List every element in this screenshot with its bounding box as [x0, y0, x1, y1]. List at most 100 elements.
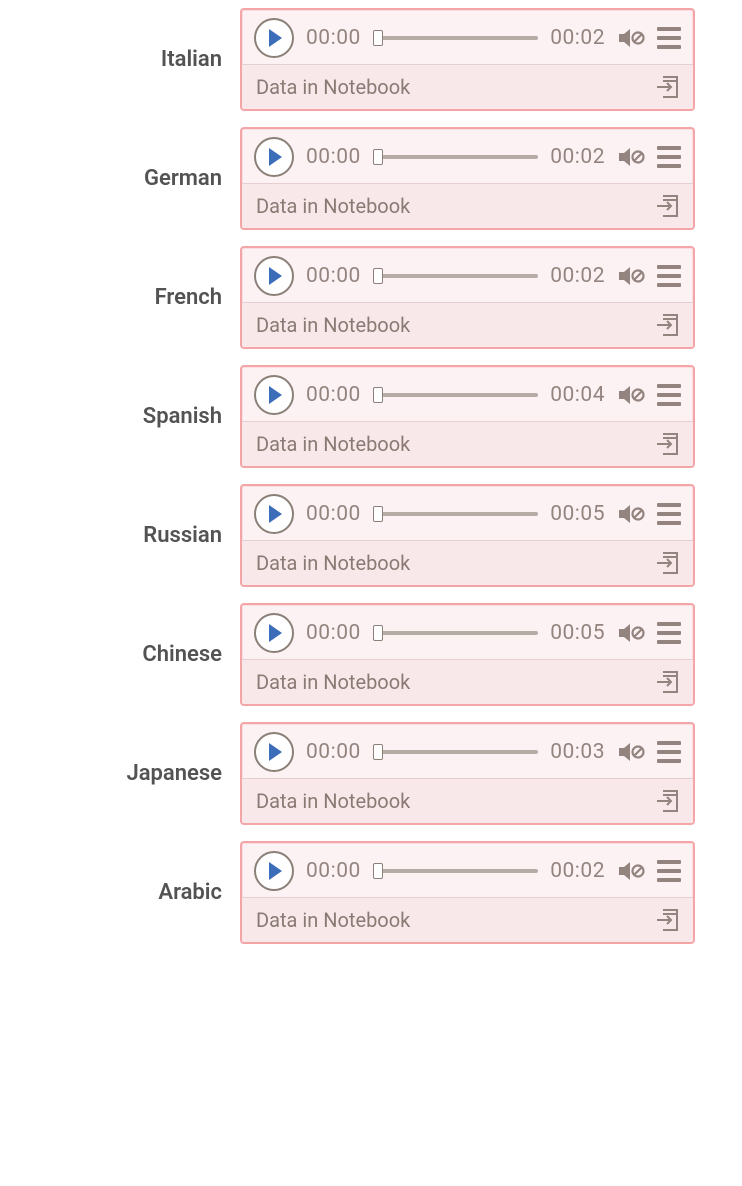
seek-slider[interactable] [373, 505, 538, 523]
mute-icon[interactable] [617, 264, 645, 288]
language-label: Italian [0, 47, 240, 72]
language-label: Arabic [0, 880, 240, 905]
play-button[interactable] [254, 375, 294, 415]
export-icon[interactable] [653, 193, 681, 219]
mute-icon[interactable] [617, 621, 645, 645]
audio-player: 00:00 00:02 [242, 10, 693, 64]
duration-time: 00:05 [550, 502, 605, 526]
language-label: Japanese [0, 761, 240, 786]
duration-time: 00:05 [550, 621, 605, 645]
play-button[interactable] [254, 613, 294, 653]
current-time: 00:00 [306, 621, 361, 645]
language-label: Russian [0, 523, 240, 548]
seek-slider[interactable] [373, 743, 538, 761]
audio-panel: 00:00 00:05 Data in Notebook [240, 484, 695, 587]
current-time: 00:00 [306, 383, 361, 407]
mute-icon[interactable] [617, 383, 645, 407]
play-button[interactable] [254, 18, 294, 58]
data-row: Data in Notebook [242, 540, 693, 585]
duration-time: 00:04 [550, 383, 605, 407]
data-location-label: Data in Notebook [256, 670, 410, 694]
audio-panel: 00:00 00:05 Data in Notebook [240, 603, 695, 706]
current-time: 00:00 [306, 859, 361, 883]
audio-player: 00:00 00:02 [242, 248, 693, 302]
audio-panel: 00:00 00:02 Data in Notebook [240, 127, 695, 230]
audio-panel: 00:00 00:02 Data in Notebook [240, 8, 695, 111]
current-time: 00:00 [306, 26, 361, 50]
seek-slider[interactable] [373, 267, 538, 285]
mute-icon[interactable] [617, 859, 645, 883]
language-row: Arabic 00:00 00:02 Data in Notebook [0, 833, 742, 952]
current-time: 00:00 [306, 740, 361, 764]
data-row: Data in Notebook [242, 64, 693, 109]
language-label: Chinese [0, 642, 240, 667]
play-button[interactable] [254, 851, 294, 891]
data-row: Data in Notebook [242, 778, 693, 823]
duration-time: 00:03 [550, 740, 605, 764]
export-icon[interactable] [653, 312, 681, 338]
seek-slider[interactable] [373, 624, 538, 642]
current-time: 00:00 [306, 264, 361, 288]
data-location-label: Data in Notebook [256, 432, 410, 456]
data-location-label: Data in Notebook [256, 75, 410, 99]
audio-player: 00:00 00:02 [242, 129, 693, 183]
data-row: Data in Notebook [242, 897, 693, 942]
mute-icon[interactable] [617, 502, 645, 526]
mute-icon[interactable] [617, 145, 645, 169]
data-row: Data in Notebook [242, 183, 693, 228]
play-button[interactable] [254, 256, 294, 296]
export-icon[interactable] [653, 74, 681, 100]
language-label: French [0, 285, 240, 310]
audio-panel: 00:00 00:03 Data in Notebook [240, 722, 695, 825]
language-row: Italian 00:00 00:02 Data in Notebook [0, 0, 742, 119]
duration-time: 00:02 [550, 145, 605, 169]
export-icon[interactable] [653, 907, 681, 933]
export-icon[interactable] [653, 788, 681, 814]
data-row: Data in Notebook [242, 659, 693, 704]
seek-slider[interactable] [373, 862, 538, 880]
data-location-label: Data in Notebook [256, 908, 410, 932]
duration-time: 00:02 [550, 859, 605, 883]
duration-time: 00:02 [550, 264, 605, 288]
language-row: German 00:00 00:02 Data in Notebook [0, 119, 742, 238]
data-location-label: Data in Notebook [256, 551, 410, 575]
play-button[interactable] [254, 732, 294, 772]
data-row: Data in Notebook [242, 302, 693, 347]
audio-player: 00:00 00:03 [242, 724, 693, 778]
language-label: German [0, 166, 240, 191]
audio-player: 00:00 00:05 [242, 486, 693, 540]
audio-panel: 00:00 00:04 Data in Notebook [240, 365, 695, 468]
menu-icon[interactable] [657, 145, 681, 169]
audio-player: 00:00 00:02 [242, 843, 693, 897]
export-icon[interactable] [653, 431, 681, 457]
menu-icon[interactable] [657, 502, 681, 526]
export-icon[interactable] [653, 669, 681, 695]
play-button[interactable] [254, 137, 294, 177]
data-row: Data in Notebook [242, 421, 693, 466]
mute-icon[interactable] [617, 26, 645, 50]
current-time: 00:00 [306, 502, 361, 526]
audio-player: 00:00 00:04 [242, 367, 693, 421]
seek-slider[interactable] [373, 29, 538, 47]
data-location-label: Data in Notebook [256, 789, 410, 813]
menu-icon[interactable] [657, 26, 681, 50]
menu-icon[interactable] [657, 859, 681, 883]
language-row: Chinese 00:00 00:05 Data in Notebook [0, 595, 742, 714]
seek-slider[interactable] [373, 386, 538, 404]
export-icon[interactable] [653, 550, 681, 576]
seek-slider[interactable] [373, 148, 538, 166]
audio-player: 00:00 00:05 [242, 605, 693, 659]
data-location-label: Data in Notebook [256, 194, 410, 218]
language-row: Spanish 00:00 00:04 Data in Notebook [0, 357, 742, 476]
menu-icon[interactable] [657, 383, 681, 407]
data-location-label: Data in Notebook [256, 313, 410, 337]
language-row: French 00:00 00:02 Data in Notebook [0, 238, 742, 357]
menu-icon[interactable] [657, 621, 681, 645]
language-row: Japanese 00:00 00:03 Data in Notebook [0, 714, 742, 833]
mute-icon[interactable] [617, 740, 645, 764]
play-button[interactable] [254, 494, 294, 534]
language-label: Spanish [0, 404, 240, 429]
menu-icon[interactable] [657, 740, 681, 764]
menu-icon[interactable] [657, 264, 681, 288]
current-time: 00:00 [306, 145, 361, 169]
